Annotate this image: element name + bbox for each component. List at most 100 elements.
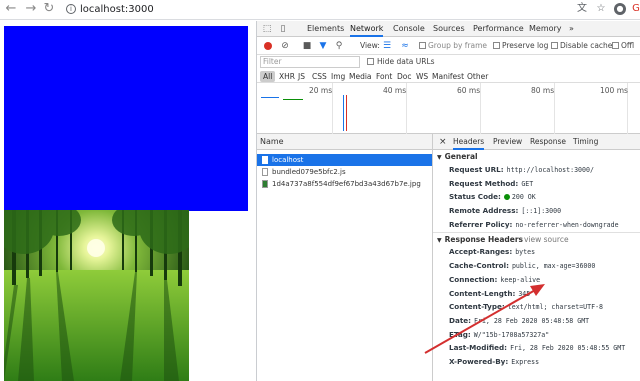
- type-img[interactable]: Img: [331, 71, 345, 82]
- header-row: Remote Address: [::1]:3000: [433, 204, 640, 218]
- tick-label: 100 ms: [600, 86, 628, 95]
- offline-checkbox[interactable]: [612, 42, 619, 49]
- large-rows-icon[interactable]: ☰: [381, 40, 393, 52]
- blue-box: [4, 26, 248, 211]
- type-media[interactable]: Media: [349, 71, 372, 82]
- type-doc[interactable]: Doc: [397, 71, 412, 82]
- header-value: Express: [511, 357, 540, 366]
- header-value: 345: [518, 289, 531, 298]
- header-value: Fri, 28 Feb 2020 05:48:58 GMT: [474, 316, 590, 325]
- request-list: Name localhost bundled079e5bfc2.js 1d4a7…: [257, 134, 433, 381]
- reload-icon[interactable]: ↻: [42, 2, 56, 16]
- response-headers-section-header[interactable]: ▼ Response Headers view source: [433, 232, 640, 245]
- type-xhr[interactable]: XHR: [279, 71, 295, 82]
- devtools-tabbar: ⬚ ▯ Elements Network Console Sources Per…: [257, 21, 640, 37]
- extension-icon[interactable]: G: [632, 3, 640, 15]
- overview-icon[interactable]: ≈: [399, 40, 411, 52]
- type-ws[interactable]: WS: [416, 71, 428, 82]
- inspect-element-icon[interactable]: ⬚: [261, 23, 273, 35]
- request-row-localhost[interactable]: localhost: [257, 154, 432, 166]
- tick-label: 20 ms: [309, 86, 333, 95]
- request-row-image[interactable]: 1d4a737a8f554df9ef67bd3a43d67b7e.jpg: [257, 178, 432, 190]
- forest-image: [4, 210, 189, 381]
- header-row: Status Code: 200 OK: [433, 190, 640, 204]
- section-title: Response Headers: [444, 235, 524, 245]
- type-font[interactable]: Font: [376, 71, 392, 82]
- disable-cache-checkbox[interactable]: [551, 42, 558, 49]
- tab-performance[interactable]: Performance: [473, 21, 524, 37]
- header-key: Referrer Policy:: [449, 219, 513, 229]
- filter-input[interactable]: Filter: [260, 56, 360, 68]
- translate-icon[interactable]: 文: [576, 3, 588, 15]
- hide-data-urls-checkbox[interactable]: [367, 58, 374, 65]
- header-row: X-Powered-By: Express: [433, 355, 640, 369]
- header-key: Connection:: [449, 274, 498, 284]
- script-icon: [262, 168, 268, 176]
- hide-data-urls-label: Hide data URLs: [377, 57, 435, 66]
- disable-cache-label: Disable cache: [560, 41, 613, 50]
- filter-icon[interactable]: ▼: [317, 40, 329, 52]
- device-toolbar-icon[interactable]: ▯: [277, 23, 289, 35]
- screenshot-icon[interactable]: ■: [301, 40, 313, 52]
- expand-triangle-icon: ▼: [437, 154, 442, 161]
- general-section-header[interactable]: ▼ General: [433, 150, 640, 163]
- request-row-bundle-js[interactable]: bundled079e5bfc2.js: [257, 166, 432, 178]
- name-column-header[interactable]: Name: [257, 134, 432, 150]
- close-icon[interactable]: ×: [439, 134, 447, 150]
- header-row: Referrer Policy: no-referrer-when-downgra…: [433, 218, 640, 232]
- preserve-log-checkbox[interactable]: [493, 42, 500, 49]
- tab-timing[interactable]: Timing: [573, 134, 598, 150]
- page-viewport: [0, 21, 256, 381]
- tab-elements[interactable]: Elements: [307, 21, 344, 37]
- timeline-bar: [283, 99, 303, 100]
- header-row: Request URL: http://localhost:3000/: [433, 163, 640, 177]
- status-ok-dot-icon: [503, 194, 510, 201]
- tab-network[interactable]: Network: [350, 21, 384, 37]
- type-other[interactable]: Other: [467, 71, 488, 82]
- group-by-frame-checkbox[interactable]: [419, 42, 426, 49]
- header-key: Request URL:: [449, 165, 504, 174]
- network-overview[interactable]: 20 ms 40 ms 60 ms 80 ms 100 ms: [257, 83, 640, 134]
- request-name: localhost: [272, 156, 304, 164]
- profile-avatar-icon[interactable]: ●: [614, 3, 626, 15]
- header-row: Cache-Control: public, max-age=36000: [433, 259, 640, 273]
- header-value: W/"15b-1708a57327a": [473, 330, 550, 339]
- image-thumbnail-icon: [262, 180, 268, 188]
- tab-headers[interactable]: Headers: [453, 134, 485, 150]
- url-text: localhost:3000: [80, 4, 154, 15]
- forward-icon[interactable]: →: [24, 2, 38, 16]
- view-source-link[interactable]: view source: [524, 233, 569, 246]
- tick-label: 40 ms: [383, 86, 407, 95]
- bookmark-star-icon[interactable]: ☆: [595, 3, 607, 15]
- header-key: Remote Address:: [449, 206, 519, 216]
- tab-memory[interactable]: Memory: [529, 21, 562, 37]
- type-all[interactable]: All: [260, 71, 276, 82]
- type-css[interactable]: CSS: [312, 71, 327, 82]
- site-info-icon[interactable]: i: [66, 3, 76, 14]
- tab-console[interactable]: Console: [393, 21, 425, 37]
- search-icon[interactable]: ⚲: [333, 40, 345, 52]
- header-value: public, max-age=36000: [511, 262, 596, 271]
- expand-triangle-icon: ▼: [437, 237, 442, 245]
- tab-preview[interactable]: Preview: [493, 134, 522, 150]
- back-icon[interactable]: ←: [4, 2, 18, 16]
- record-icon[interactable]: [264, 42, 272, 50]
- header-value: 200 OK: [511, 193, 536, 202]
- tab-response[interactable]: Response: [530, 134, 566, 150]
- header-row: Accept-Ranges: bytes: [433, 245, 640, 259]
- devtools-panel: ⬚ ▯ Elements Network Console Sources Per…: [256, 21, 640, 381]
- header-value: bytes: [515, 248, 536, 257]
- address-bar[interactable]: i localhost:3000: [62, 2, 572, 17]
- header-row: Connection: keep-alive: [433, 273, 640, 287]
- header-key: Cache-Control:: [449, 261, 509, 271]
- more-tabs-icon[interactable]: »: [569, 21, 574, 37]
- type-manifest[interactable]: Manifest: [432, 71, 464, 82]
- header-key: X-Powered-By:: [449, 356, 509, 366]
- type-js[interactable]: JS: [298, 71, 305, 82]
- clear-icon[interactable]: ⊘: [279, 40, 291, 52]
- tab-sources[interactable]: Sources: [433, 21, 465, 37]
- filter-bar: Filter Hide data URLs: [257, 55, 640, 69]
- request-name: bundled079e5bfc2.js: [272, 168, 346, 176]
- preserve-log-label: Preserve log: [502, 41, 549, 50]
- resource-type-bar: All XHR JS CSS Img Media Font Doc WS Man…: [257, 69, 640, 83]
